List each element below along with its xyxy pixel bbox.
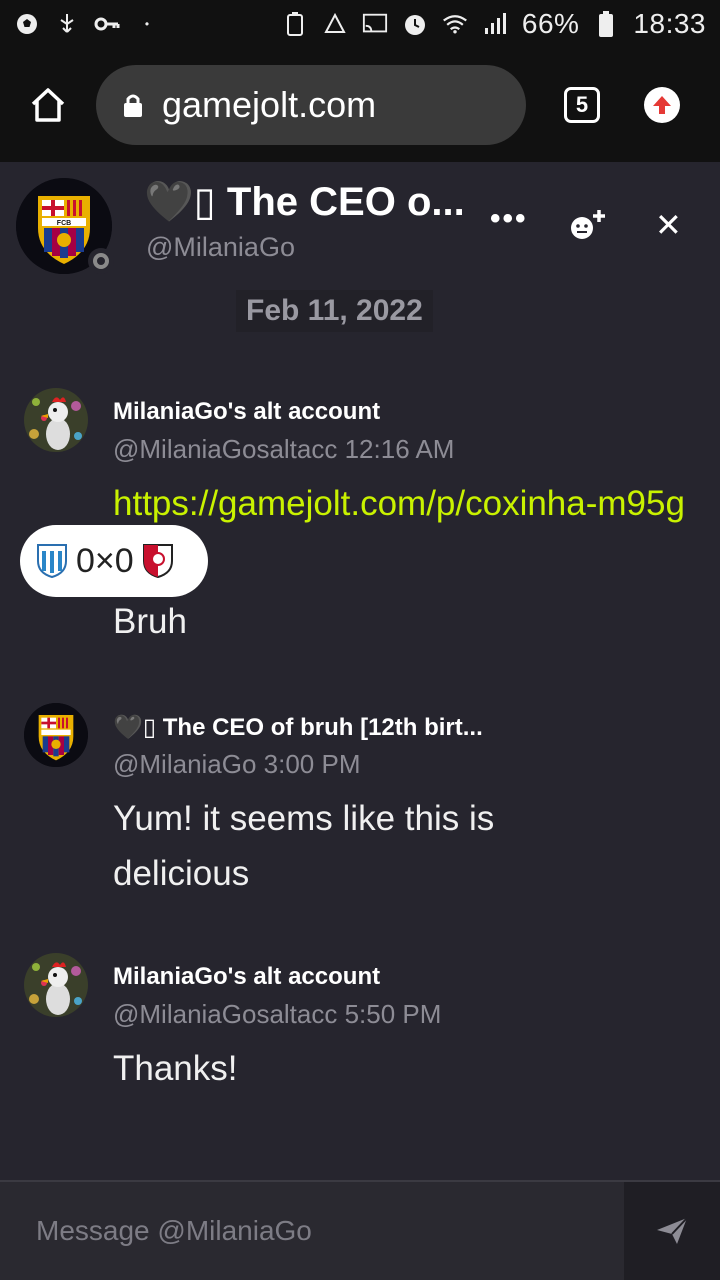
message-text: Thanks!	[113, 1049, 238, 1088]
usb-icon	[54, 11, 80, 37]
alarm-icon	[402, 11, 428, 37]
address-bar[interactable]: gamejolt.com	[96, 65, 526, 145]
send-button[interactable]	[624, 1182, 720, 1280]
battery-saver-icon	[282, 11, 308, 37]
chat-handle: @MilaniaGo	[146, 232, 295, 262]
status-indicator	[88, 248, 114, 274]
add-friend-icon	[571, 210, 605, 239]
team-crest-left-icon	[37, 544, 67, 579]
browser-toolbar: gamejolt.com 5	[0, 48, 720, 162]
message-meta: @MilaniaGo 3:00 PM	[113, 749, 361, 779]
add-friend-button[interactable]	[568, 208, 608, 249]
recycle-icon	[322, 11, 348, 37]
status-left: •	[14, 11, 160, 37]
message-text: Yum! it seems like this is delicious	[113, 799, 495, 893]
message-item: MilaniaGo's alt account @MilaniaGosaltac…	[0, 382, 720, 652]
message-author[interactable]: MilaniaGo's alt account	[113, 398, 380, 426]
url-text: gamejolt.com	[162, 84, 377, 125]
arrow-up-icon	[653, 96, 671, 114]
status-right: 66% 18:33	[282, 8, 706, 40]
avatar[interactable]	[24, 953, 88, 1017]
cast-icon	[362, 11, 388, 37]
battery-icon	[593, 11, 619, 37]
dot-icon: •	[144, 17, 150, 31]
chat-header: FCB 🖤▯ The CEO o... @MilaniaGo ••• ✕	[0, 162, 720, 282]
rooster-avatar-icon	[24, 953, 88, 1017]
score-overlay[interactable]: 0×0	[20, 525, 208, 597]
send-icon	[657, 1217, 688, 1244]
rooster-avatar-icon	[24, 388, 88, 452]
message-author[interactable]: MilaniaGo's alt account	[113, 963, 380, 991]
message-item: 🖤▯ The CEO of bruh [12th birt... @Milani…	[0, 697, 720, 917]
fcb-crest-icon	[24, 703, 88, 767]
clock: 18:33	[633, 8, 706, 39]
home-button[interactable]	[0, 48, 96, 162]
signal-icon	[482, 11, 508, 37]
key-icon	[94, 11, 120, 37]
chat-panel: FCB 🖤▯ The CEO o... @MilaniaGo ••• ✕ Feb…	[0, 162, 720, 1280]
lock-icon	[124, 94, 142, 117]
svg-text:FCB: FCB	[57, 220, 71, 227]
avatar[interactable]	[24, 388, 88, 452]
score-text: 0×0	[76, 541, 134, 580]
battery-percent: 66%	[521, 8, 580, 39]
message-composer	[0, 1180, 720, 1280]
message-meta: @MilaniaGosaltacc 12:16 AM	[113, 434, 455, 464]
date-divider: Feb 11, 2022	[236, 290, 433, 332]
status-bar: • 66% 18:33	[0, 0, 720, 48]
update-button[interactable]	[644, 87, 680, 123]
message-item: MilaniaGo's alt account @MilaniaGosaltac…	[0, 947, 720, 1107]
message-meta: @MilaniaGosaltacc 5:50 PM	[113, 999, 442, 1029]
chat-title: 🖤▯ The CEO o...	[144, 180, 465, 224]
close-button[interactable]: ✕	[655, 206, 682, 244]
message-author[interactable]: 🖤▯ The CEO of bruh [12th birt...	[113, 713, 483, 742]
message-input[interactable]	[0, 1182, 624, 1280]
soccer-ball-icon	[14, 11, 40, 37]
home-icon	[31, 88, 65, 122]
message-text: Bruh	[113, 602, 187, 641]
more-options-button[interactable]: •••	[490, 202, 528, 236]
avatar[interactable]	[24, 703, 88, 767]
wifi-icon	[442, 11, 468, 37]
team-crest-right-icon	[142, 544, 173, 579]
tab-switcher-button[interactable]: 5	[564, 87, 600, 123]
